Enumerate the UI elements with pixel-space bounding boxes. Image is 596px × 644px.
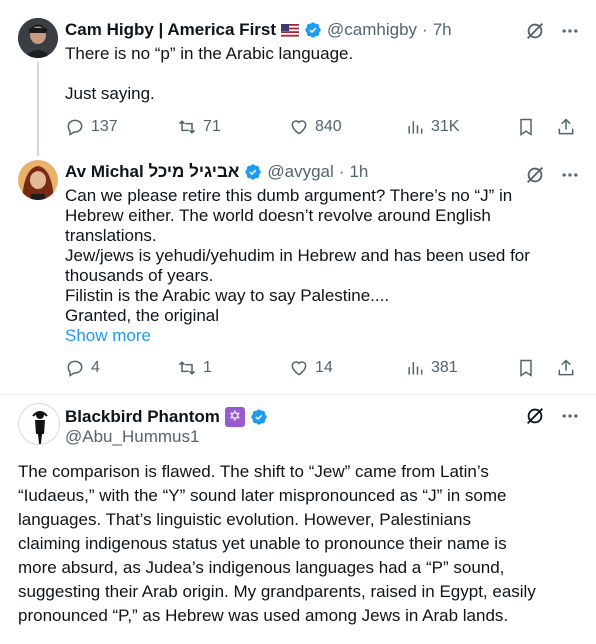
tweet-header: Cam Higby | America First @camhigby · 7h: [65, 18, 452, 42]
tweet-actions: 137 71 840 31K: [65, 115, 578, 139]
like-count: 840: [315, 118, 342, 135]
views-count: 31K: [431, 118, 460, 135]
reply-count: 137: [91, 118, 118, 135]
avatar[interactable]: [18, 18, 58, 58]
repost-button[interactable]: 1: [177, 358, 289, 378]
display-name[interactable]: Blackbird Phantom: [65, 407, 220, 427]
grok-icon[interactable]: [524, 20, 546, 42]
tweet-header: Av Michal אביגיל מיכל @avygal · 1h: [65, 160, 368, 184]
more-options-icon[interactable]: [560, 165, 580, 185]
avatar[interactable]: [18, 403, 60, 445]
tweet-av-michal[interactable]: Av Michal אביגיל מיכל @avygal · 1h Can w…: [0, 150, 596, 395]
timestamp[interactable]: 1h: [349, 162, 368, 182]
tweet-top-icons: [524, 405, 580, 427]
bookmark-icon[interactable]: [516, 358, 536, 378]
views-chart-icon: [408, 362, 423, 375]
display-name[interactable]: Cam Higby | America First: [65, 20, 276, 40]
tweet-text-line: Can we please retire this dumb argument?…: [65, 186, 513, 205]
repost-button[interactable]: 71: [177, 117, 289, 137]
reply-count: 4: [91, 359, 100, 376]
tweet-text-line: Jew/jews is yehudi/yehudim in Hebrew and…: [65, 246, 530, 265]
reply-button[interactable]: 4: [65, 358, 177, 378]
avatar[interactable]: [18, 160, 58, 200]
tweet-text-line: The comparison is flawed. The shift to “…: [18, 462, 489, 481]
tweet-text: The comparison is flawed. The shift to “…: [18, 460, 588, 628]
tweet-text-line: languages. That’s linguistic evolution. …: [18, 510, 471, 529]
repost-count: 1: [203, 359, 212, 376]
separator-dot: ·: [422, 20, 428, 39]
grok-icon[interactable]: [524, 405, 546, 427]
handle[interactable]: @avygal: [267, 162, 333, 182]
us-flag-icon: [281, 23, 300, 37]
separator-dot: ·: [338, 162, 345, 181]
tweet-text-line: Just saying.: [65, 84, 155, 103]
tweet-text: Can we please retire this dumb argument?…: [65, 186, 585, 346]
tweet-text-line: Hebrew either. The world doesn’t revolve…: [65, 206, 491, 225]
like-count: 14: [315, 359, 333, 376]
avatar-image: [18, 18, 58, 58]
tweet-actions: 4 1 14 381: [65, 356, 578, 380]
tweet-text-line: translations.: [65, 226, 157, 245]
more-options-icon[interactable]: [560, 21, 580, 41]
tweet-text-line: suggesting their Arab origin. My grandpa…: [18, 582, 536, 601]
tweet-text-line: There is no “p” in the Arabic language.: [65, 44, 354, 63]
views-button[interactable]: 31K: [405, 117, 525, 137]
verified-badge-icon[interactable]: [304, 21, 322, 39]
heart-icon: [291, 120, 307, 135]
tweet-text-line: Granted, the original: [65, 306, 220, 325]
star-of-david-icon: ✡: [224, 407, 245, 427]
tweet-text-line: “Iudaeus,” with the “Y” sound later misp…: [18, 486, 507, 505]
heart-icon: [291, 361, 307, 376]
reply-button[interactable]: 137: [65, 117, 177, 137]
repost-count: 71: [203, 118, 221, 135]
timestamp[interactable]: 7h: [433, 20, 452, 40]
tweet-text-line: claiming indigenous status yet unable to…: [18, 534, 507, 553]
views-button[interactable]: 381: [405, 358, 525, 378]
tweet-text-line: more absurd, as Judea’s indigenous langu…: [18, 558, 505, 577]
repost-icon: [178, 361, 196, 375]
verified-badge-icon[interactable]: [250, 408, 268, 426]
more-options-icon[interactable]: [560, 406, 580, 426]
tweet-text: There is no “p” in the Arabic language. …: [65, 44, 353, 104]
thread-line: [37, 62, 39, 156]
share-icon[interactable]: [556, 117, 576, 137]
tweet-cam-higby[interactable]: Cam Higby | America First @camhigby · 7h…: [0, 0, 596, 156]
like-button[interactable]: 840: [289, 117, 405, 137]
share-icon[interactable]: [556, 358, 576, 378]
tweet-text-line: thousands of years.: [65, 266, 214, 285]
bookmark-icon[interactable]: [516, 117, 536, 137]
repost-icon: [178, 120, 196, 134]
handle[interactable]: @Abu_Hummus1: [65, 427, 199, 447]
views-count: 381: [431, 359, 458, 376]
like-button[interactable]: 14: [289, 358, 405, 378]
handle[interactable]: @camhigby: [327, 20, 417, 40]
reply-icon: [67, 119, 83, 136]
avatar-image: [18, 160, 58, 200]
tweet-text-line: Filistin is the Arabic way to say Palest…: [65, 286, 390, 305]
verified-badge-icon[interactable]: [244, 163, 262, 181]
grok-icon[interactable]: [524, 164, 546, 186]
tweet-top-icons: [524, 20, 580, 42]
display-name[interactable]: Av Michal אביגיל מיכל: [65, 162, 239, 182]
tweet-text-line: pronounced “P,” as Hebrew was used among…: [18, 606, 509, 625]
reply-icon: [67, 360, 83, 377]
tweet-blackbird-phantom[interactable]: Blackbird Phantom ✡ @Abu_Hummus1 The com…: [0, 395, 596, 644]
tweet-top-icons: [524, 164, 580, 186]
views-chart-icon: [408, 121, 423, 134]
tweet-header: Blackbird Phantom ✡: [65, 405, 268, 429]
avatar-image: [19, 404, 59, 444]
show-more-link[interactable]: Show more: [65, 326, 585, 346]
